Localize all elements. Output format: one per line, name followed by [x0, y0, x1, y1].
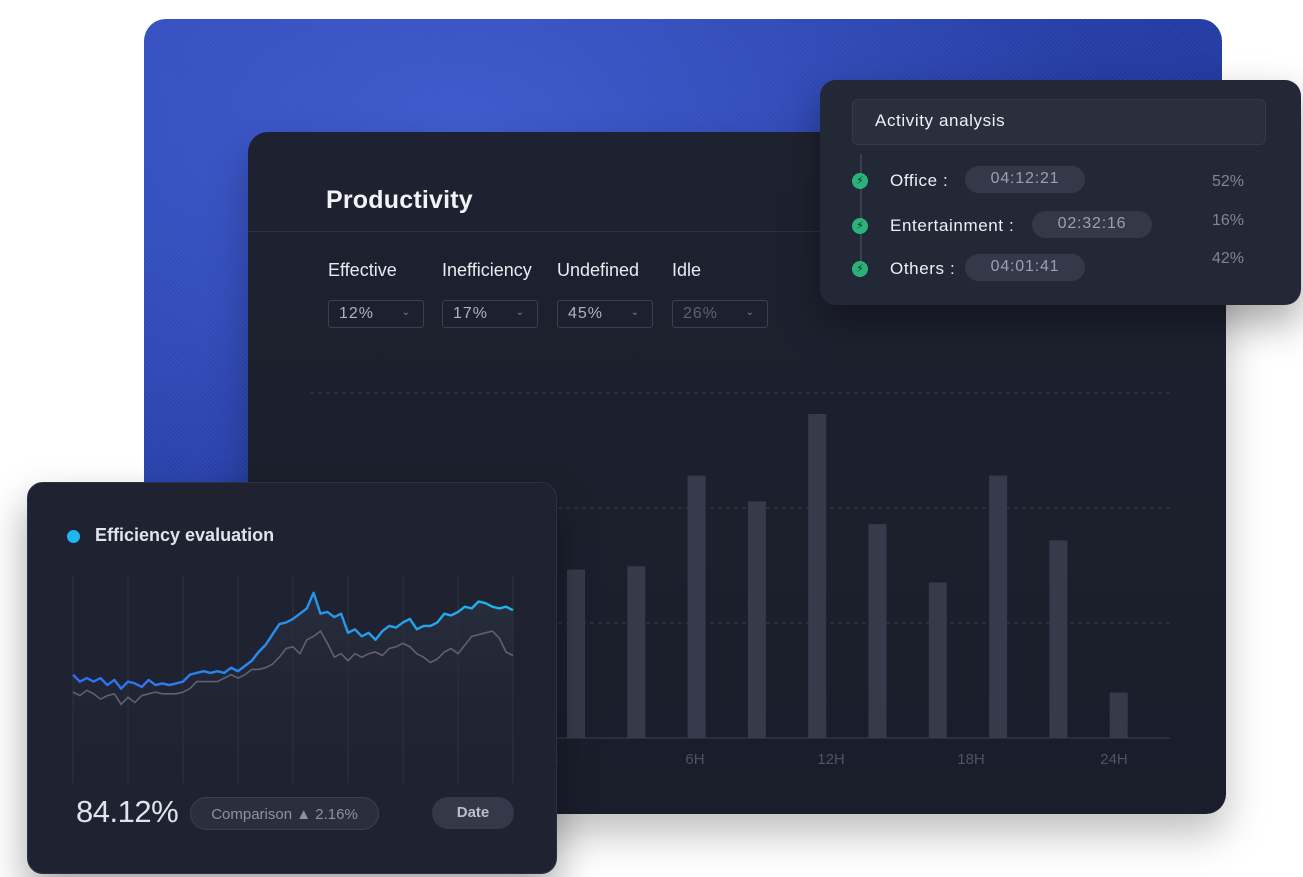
x-tick-label: 24H [1100, 751, 1128, 768]
undefined-select[interactable]: 45% ⌄ [557, 300, 653, 328]
efficiency-title: Efficiency evaluation [95, 525, 275, 545]
bar [868, 524, 887, 738]
metric-inefficiency: Inefficiency 17% ⌄ [442, 260, 538, 328]
metric-label: Effective [328, 260, 397, 280]
select-value: 26% [683, 305, 719, 322]
metric-label: Undefined [557, 260, 640, 280]
bar [567, 569, 585, 738]
select-value: 45% [568, 305, 604, 322]
bar [989, 475, 1008, 738]
efficiency-card: Efficiency evaluation 84.12% Comparison … [27, 482, 557, 874]
activity-time: 04:01:41 [965, 254, 1085, 281]
activity-percent: 16% [1212, 212, 1245, 229]
select-value: 12% [339, 305, 375, 322]
comparison-badge: Comparison ▲ 2.16% [190, 797, 379, 830]
bar [808, 414, 827, 738]
status-dot [67, 530, 80, 543]
date-button[interactable]: Date [432, 797, 514, 829]
activity-time: 04:12:21 [965, 166, 1085, 193]
activity-label: Office : [890, 171, 949, 190]
activity-percent: 42% [1212, 250, 1245, 267]
activity-label: Others : [890, 259, 956, 278]
idle-select[interactable]: 26% ⌄ [672, 300, 768, 328]
bar [928, 582, 947, 738]
inefficiency-select[interactable]: 17% ⌄ [442, 300, 538, 328]
bar [747, 501, 766, 738]
lightning-icon: ⚡ [852, 218, 868, 234]
x-tick-label: 18H [957, 751, 985, 768]
chevron-down-icon: ⌄ [401, 307, 411, 318]
productivity-title: Productivity [326, 186, 473, 214]
activity-label: Entertainment : [890, 216, 1015, 235]
x-tick-label: 12H [817, 751, 845, 768]
activity-time: 02:32:16 [1032, 211, 1152, 238]
timeline-line [860, 154, 862, 274]
chevron-down-icon: ⌄ [745, 307, 755, 318]
x-tick-label: 6H [685, 751, 704, 768]
metric-effective: Effective 12% ⌄ [328, 260, 424, 328]
bar [687, 475, 706, 738]
lightning-icon: ⚡ [852, 173, 868, 189]
effective-select[interactable]: 12% ⌄ [328, 300, 424, 328]
chevron-down-icon: ⌄ [515, 307, 525, 318]
metric-undefined: Undefined 45% ⌄ [557, 260, 653, 328]
activity-title: Activity analysis [852, 99, 1266, 145]
bar [1049, 540, 1068, 738]
bar [627, 566, 646, 738]
metric-idle: Idle 26% ⌄ [672, 260, 768, 328]
metric-label: Idle [672, 260, 702, 280]
lightning-icon: ⚡ [852, 261, 868, 277]
activity-percent: 52% [1212, 173, 1245, 190]
metric-label: Inefficiency [442, 260, 532, 280]
efficiency-value: 84.12% [76, 794, 179, 829]
bar [1109, 692, 1128, 738]
chevron-down-icon: ⌄ [630, 307, 640, 318]
area-fill [73, 592, 513, 783]
select-value: 17% [453, 305, 489, 322]
activity-analysis-card: Activity analysis ⚡ Office : 04:12:21 52… [820, 80, 1301, 305]
